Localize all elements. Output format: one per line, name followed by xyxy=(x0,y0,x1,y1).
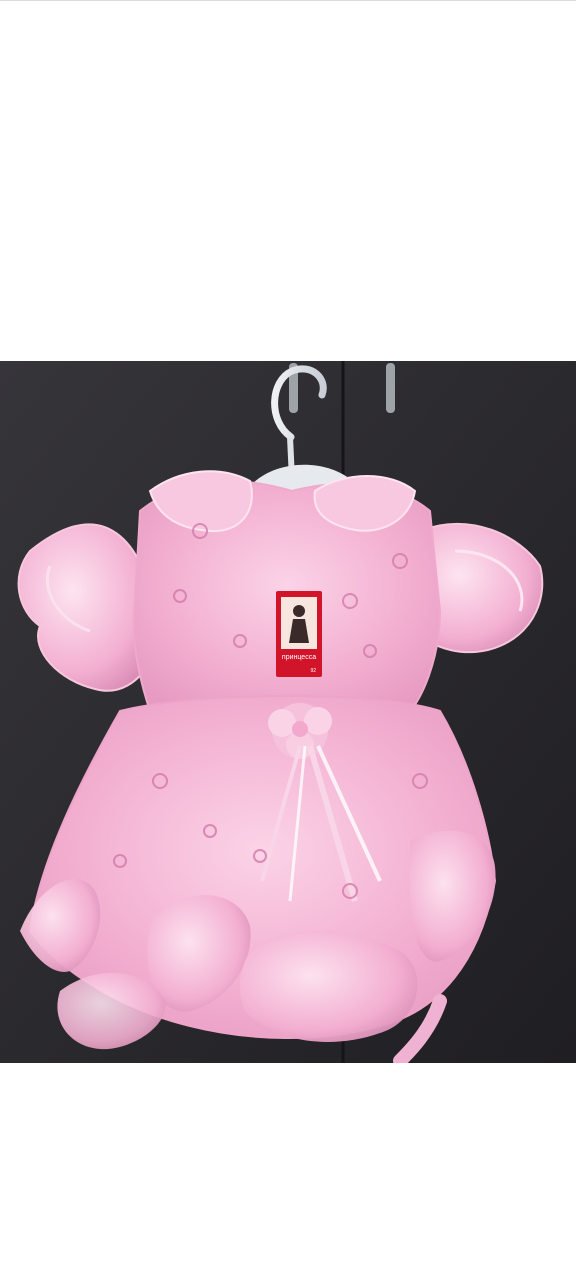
brand-tag: принцесса 92 xyxy=(276,591,322,677)
top-divider xyxy=(0,0,576,1)
tag-size-text: 92 xyxy=(310,668,316,674)
door-handle-right xyxy=(386,363,395,413)
image-viewer: принцесса 92 xyxy=(0,0,576,1280)
tag-brand-text: принцесса xyxy=(282,654,316,661)
product-photo[interactable]: принцесса 92 xyxy=(0,361,576,1063)
